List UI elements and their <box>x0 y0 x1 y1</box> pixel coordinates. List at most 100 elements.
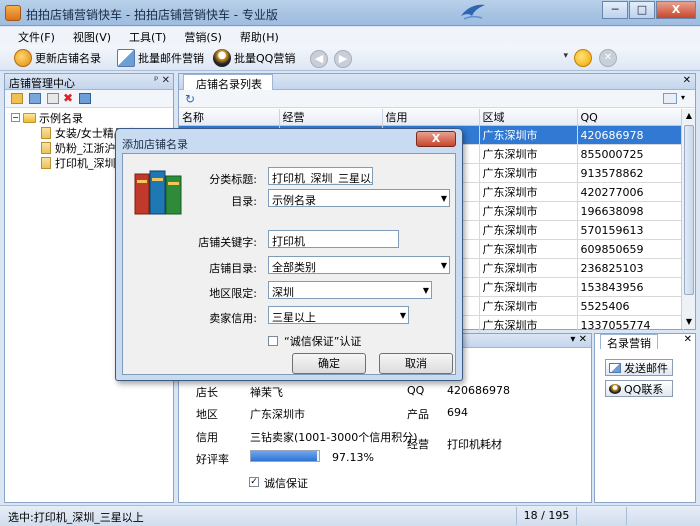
edit-icon[interactable] <box>47 93 59 104</box>
column-header[interactable]: 名称 <box>179 109 280 126</box>
list-icon <box>41 126 51 139</box>
qq-contact-label: QQ联系 <box>624 382 664 396</box>
bulk-qq-button[interactable]: 批量QQ营销 <box>213 48 295 68</box>
region-cell: 广东深圳市 <box>479 258 578 278</box>
region-cell: 广东深圳市 <box>479 296 578 316</box>
tree-node[interactable]: 奶粉_江浙沪 <box>41 140 116 155</box>
new-folder-icon[interactable] <box>11 93 23 104</box>
close-icon[interactable]: ✕ <box>683 75 691 86</box>
marketing-panel: 名录营销 ✕ 发送邮件 QQ联系 <box>594 333 696 503</box>
owner-label: 店长 <box>196 386 218 399</box>
column-header[interactable]: 区域 <box>479 109 578 126</box>
region-cell: 广东深圳市 <box>479 201 578 221</box>
tab-marketing[interactable]: 名录营销 <box>600 334 658 350</box>
region-cell: 广东深圳市 <box>479 220 578 240</box>
panel-pin-close[interactable]: ᵖ ✕ <box>154 75 170 86</box>
delete-icon[interactable]: ✖ <box>63 92 75 104</box>
panel-title: 店铺管理中心 <box>9 77 75 90</box>
back-icon[interactable]: ◀ <box>310 50 328 68</box>
page-indicator: 18 / 195 <box>516 507 576 525</box>
menu-bar: 文件(F) 视图(V) 工具(T) 营销(S) 帮助(H) <box>0 27 700 45</box>
send-mail-label: 发送邮件 <box>624 361 668 375</box>
swallow-logo-icon <box>461 4 485 20</box>
refresh-list-button[interactable]: 更新店铺名录 <box>14 48 101 68</box>
chevron-down-icon: ▼ <box>440 194 447 203</box>
properties-icon[interactable] <box>79 93 91 104</box>
minimize-button[interactable]: ─ <box>602 1 628 19</box>
tree-node[interactable]: 打印机_深圳 <box>41 155 116 170</box>
qq-label: QQ <box>407 384 425 397</box>
directory-select[interactable]: 示例名录 ▼ <box>268 189 450 207</box>
refresh-icon <box>14 49 32 67</box>
shop-dir-select-value: 全部类别 <box>272 261 316 274</box>
column-header[interactable]: 经营 <box>279 109 383 126</box>
list-icon <box>41 156 51 169</box>
go-refresh-icon[interactable] <box>574 49 592 67</box>
close-button[interactable]: X <box>656 1 696 19</box>
region-cell: 广东深圳市 <box>479 125 578 145</box>
business-value: 打印机耗材 <box>447 438 502 451</box>
chevron-down-icon: ▼ <box>440 261 447 270</box>
chevron-down-icon: ▾ <box>563 51 568 61</box>
tab-store-list[interactable]: 店铺名录列表 <box>183 74 273 91</box>
scroll-thumb[interactable] <box>684 125 694 295</box>
address-dropdown[interactable]: ▾ <box>355 49 570 68</box>
tree-node-root[interactable]: − 示例名录 <box>11 110 83 125</box>
area-select[interactable]: 深圳 ▼ <box>268 281 432 299</box>
seller-credit-select[interactable]: 三星以上 ▼ <box>268 306 409 324</box>
keyword-label: 店铺关键字: <box>198 236 257 249</box>
scroll-up-icon[interactable]: ▲ <box>682 109 696 123</box>
seller-credit-select-value: 三星以上 <box>272 311 316 324</box>
menu-file[interactable]: 文件(F) <box>0 27 64 45</box>
guarantee-checkbox[interactable] <box>268 336 278 346</box>
mail-icon <box>117 49 135 67</box>
qq-cell: 855000725 <box>577 144 684 164</box>
scroll-down-icon[interactable]: ▼ <box>682 315 696 329</box>
folder-icon <box>23 112 36 123</box>
chevron-down-icon[interactable]: ▾ <box>681 93 685 102</box>
menu-help[interactable]: 帮助(H) <box>231 27 288 45</box>
list-toolbar: ↻ ▾ <box>179 90 695 108</box>
column-header[interactable]: QQ <box>577 109 684 126</box>
export-icon[interactable] <box>663 93 677 104</box>
refresh-icon[interactable]: ↻ <box>185 92 195 106</box>
product-label: 产品 <box>407 408 429 421</box>
dialog-title: 添加店铺名录 <box>122 138 188 151</box>
stop-icon[interactable]: ✕ <box>599 49 617 67</box>
bulk-mail-button[interactable]: 批量邮件营销 <box>117 48 204 68</box>
title-bar: 拍拍店铺营销快车 - 拍拍店铺营销快车 - 专业版 ─ □ X <box>0 0 700 26</box>
cancel-button[interactable]: 取消 <box>379 353 453 374</box>
area-label: 地区限定: <box>209 287 257 300</box>
forward-icon[interactable]: ▶ <box>334 50 352 68</box>
ok-button[interactable]: 确定 <box>292 353 366 374</box>
keyword-input[interactable]: 打印机 <box>268 230 399 248</box>
bulk-qq-label: 批量QQ营销 <box>234 52 296 65</box>
add-store-list-dialog: 添加店铺名录 X 分类标题: 打印机_深圳_三星以上 目录: 示例名录 ▼ 店铺… <box>115 128 463 381</box>
send-mail-button[interactable]: 发送邮件 <box>605 359 673 376</box>
menu-marketing[interactable]: 营销(S) <box>175 27 231 45</box>
dialog-close-button[interactable]: X <box>416 131 456 147</box>
detail-close[interactable]: ▾ ✕ <box>570 334 587 345</box>
qq-cell: 420277006 <box>577 182 684 202</box>
vertical-scrollbar[interactable]: ▲ ▼ <box>681 109 695 329</box>
close-icon[interactable]: ✕ <box>684 334 692 345</box>
maximize-button[interactable]: □ <box>629 1 655 19</box>
collapse-icon[interactable]: − <box>11 113 20 122</box>
rating-progress-fill <box>251 451 318 461</box>
menu-tools[interactable]: 工具(T) <box>120 27 175 45</box>
region-label: 地区 <box>196 408 218 421</box>
qq-contact-button[interactable]: QQ联系 <box>605 380 673 397</box>
menu-view[interactable]: 视图(V) <box>64 27 120 45</box>
seller-credit-label: 卖家信用: <box>209 312 257 325</box>
tree-toolbar: ✖ <box>5 90 173 108</box>
column-header[interactable]: 信用 <box>382 109 480 126</box>
shop-dir-label: 店铺目录: <box>209 262 257 275</box>
add-list-icon[interactable] <box>29 93 41 104</box>
region-cell: 广东深圳市 <box>479 315 578 335</box>
directory-label: 目录: <box>231 195 257 208</box>
status-text: 选中:打印机_深圳_三星以上 <box>8 511 144 524</box>
shop-dir-select[interactable]: 全部类别 ▼ <box>268 256 450 274</box>
qq-cell: 570159613 <box>577 220 684 240</box>
category-input[interactable]: 打印机_深圳_三星以上 <box>268 167 373 185</box>
tree-label: 示例名录 <box>39 111 83 125</box>
